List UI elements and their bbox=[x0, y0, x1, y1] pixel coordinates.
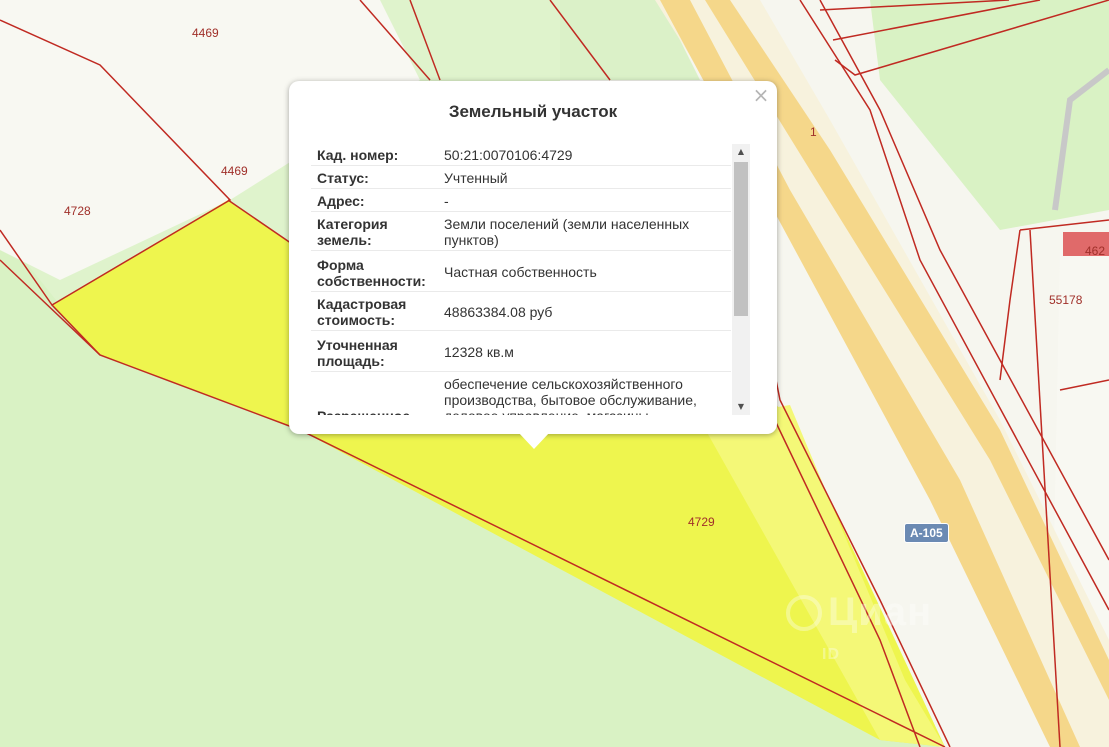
info-value: 48863384.08 руб bbox=[444, 304, 553, 320]
info-value: Земли поселений (земли населенных пункто… bbox=[444, 216, 690, 248]
close-icon[interactable]: × bbox=[751, 84, 771, 106]
info-row-cadastral-value: Кадастровая стоимость: 48863384.08 руб bbox=[311, 292, 731, 331]
watermark-logo-icon bbox=[786, 594, 822, 631]
parcel-label-4729: 4729 bbox=[688, 515, 715, 529]
parcel-info-table[interactable]: Кад. номер: 50:21:0070106:4729 Статус: У… bbox=[311, 143, 731, 415]
info-key: Разрешенное bbox=[311, 372, 439, 415]
popup-title: Земельный участок bbox=[448, 102, 618, 121]
info-row-permitted-use: Разрешенное обеспечение сельскохозяйстве… bbox=[311, 372, 731, 415]
info-row-address: Адрес: - bbox=[311, 189, 731, 212]
info-value: обеспечение сельскохозяйственного произв… bbox=[444, 376, 697, 415]
parcel-label-55178: 55178 bbox=[1049, 293, 1083, 307]
info-value: Частная собственность bbox=[444, 264, 597, 280]
info-row-status: Статус: Учтенный bbox=[311, 166, 731, 189]
info-key: Кад. номер: bbox=[317, 147, 399, 163]
scrollbar-thumb[interactable] bbox=[734, 162, 748, 316]
parcel-label-4728: 4728 bbox=[64, 204, 91, 218]
parcel-label-462: 462 bbox=[1085, 244, 1106, 258]
info-row-ownership: Форма собственности: Частная собственнос… bbox=[311, 251, 731, 292]
info-row-area: Уточненная площадь: 12328 кв.м bbox=[311, 331, 731, 372]
info-key: Форма собственности: bbox=[317, 257, 426, 289]
scroll-up-icon[interactable]: ▲ bbox=[732, 144, 750, 160]
info-key: Адрес: bbox=[317, 193, 365, 209]
popup-scrollbar[interactable]: ▲ ▼ bbox=[732, 144, 750, 415]
info-key: Категория земель: bbox=[317, 216, 388, 248]
info-key: Статус: bbox=[317, 170, 369, 186]
info-row-land-category: Категория земель: Земли поселений (земли… bbox=[311, 212, 731, 251]
watermark: Циан ID bbox=[786, 590, 933, 663]
popup-tail bbox=[518, 432, 550, 449]
parcel-label-4469-north: 4469 bbox=[192, 26, 219, 40]
parcel-label-4469: 4469 bbox=[221, 164, 248, 178]
highway-shield: A-105 bbox=[904, 523, 949, 543]
parcel-label-1: 1 bbox=[810, 125, 817, 139]
watermark-brand: Циан bbox=[828, 590, 933, 634]
info-key: Уточненная площадь: bbox=[317, 337, 398, 369]
info-key: Кадастровая стоимость: bbox=[317, 296, 407, 328]
info-row-cadastral-number: Кад. номер: 50:21:0070106:4729 bbox=[311, 143, 731, 166]
watermark-sub: ID bbox=[822, 646, 840, 663]
info-value: Учтенный bbox=[444, 170, 508, 186]
info-value: 12328 кв.м bbox=[444, 344, 514, 360]
info-value: - bbox=[444, 193, 449, 209]
info-value: 50:21:0070106:4729 bbox=[444, 147, 573, 163]
scroll-down-icon[interactable]: ▼ bbox=[732, 399, 750, 415]
